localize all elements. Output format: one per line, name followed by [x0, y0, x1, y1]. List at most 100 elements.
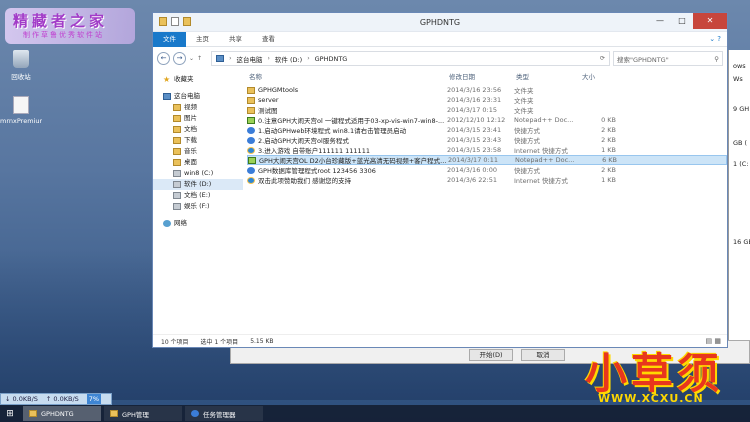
- column-header-date[interactable]: 修改日期: [443, 71, 510, 81]
- nav-this-pc[interactable]: 这台电脑: [153, 91, 243, 102]
- file-size: 1 KB: [601, 176, 616, 184]
- nav-drive-f[interactable]: 娱乐 (F:): [153, 201, 243, 212]
- address-bar[interactable]: › 这台电脑 › 软件 (D:) › GPHDNTG ⟳: [211, 51, 610, 66]
- file-type: 文件夹: [514, 87, 534, 95]
- task-manager-icon: [191, 410, 199, 417]
- nav-documents[interactable]: 文档: [153, 124, 243, 135]
- internet-shortcut-icon: [247, 146, 255, 154]
- up-button[interactable]: ↑: [197, 55, 202, 62]
- shortcut-icon: [247, 126, 255, 134]
- nav-music[interactable]: 音乐: [153, 146, 243, 157]
- file-row[interactable]: server 2014/3/16 23:31 文件夹: [247, 95, 727, 105]
- file-name: 1.启动GPHweb环境程式 win8.1请右击管理员启动: [247, 125, 447, 135]
- nav-pictures[interactable]: 图片: [153, 113, 243, 124]
- file-row[interactable]: 3.进入游戏 自带账户111111 111111 2014/3/15 23:58 I…: [247, 145, 727, 155]
- nav-label: 桌面: [184, 158, 197, 166]
- file-row[interactable]: GPHGMtools 2014/3/16 23:56 文件夹: [247, 85, 727, 95]
- file-row[interactable]: GPH数据库管理程式root 123456 3306 2014/3/16 0:00…: [247, 165, 727, 175]
- drive-icon: [173, 181, 181, 188]
- desktop-icon-document[interactable]: mrnxPremium...: [0, 96, 42, 125]
- network-icon: [163, 220, 171, 227]
- back-button[interactable]: ←: [157, 52, 170, 65]
- panel-text: 16 GB: [733, 238, 750, 246]
- column-header-size[interactable]: 大小: [576, 71, 616, 81]
- breadcrumb-gphdntg[interactable]: GPHDNTG: [315, 55, 348, 63]
- file-type: Notepad++ Doc...: [515, 156, 575, 164]
- breadcrumb-drive-d[interactable]: 软件 (D:): [275, 54, 302, 64]
- folder-icon: [247, 86, 255, 94]
- usage-percent: 7%: [86, 394, 102, 404]
- forward-button[interactable]: →: [173, 52, 186, 65]
- column-header-name[interactable]: 名称: [243, 71, 443, 81]
- breadcrumb-this-pc[interactable]: 这台电脑: [236, 54, 262, 64]
- tab-share[interactable]: 共享: [219, 32, 252, 47]
- column-header-type[interactable]: 类型: [510, 71, 576, 81]
- file-name: 0.注意GPH大闹天宫ol 一键程式适用于03-xp-vis-win7-win8…: [247, 115, 447, 125]
- file-name: 测试图: [247, 105, 447, 115]
- folder-icon: [110, 410, 118, 417]
- file-type: Internet 快捷方式: [514, 147, 568, 155]
- file-name-text: 3.进入游戏 自带账户111111 111111: [258, 147, 370, 155]
- taskbar-item-gph-admin[interactable]: GPH管理: [104, 406, 182, 421]
- recent-dropdown-icon[interactable]: ⌄: [189, 55, 194, 62]
- folder-icon: [173, 115, 181, 122]
- tab-home[interactable]: 主页: [186, 32, 219, 47]
- panel-text: Ws: [733, 75, 743, 83]
- file-type: 快捷方式: [514, 137, 540, 145]
- desktop-icon-recycle-bin[interactable]: 回收站: [0, 50, 42, 81]
- file-name: GPH大闹天宫OL D2小台珍藏版+蓝光高清无码视频+客户程式...: [248, 155, 448, 165]
- file-type: Internet 快捷方式: [514, 177, 568, 185]
- file-row[interactable]: 测试图 2014/3/17 0:15 文件夹: [247, 105, 727, 115]
- file-size: 6 KB: [602, 156, 617, 164]
- refresh-icon[interactable]: ⟳: [600, 55, 605, 62]
- file-row[interactable]: 双击此项赞助我们 感谢您的支持 2014/3/6 22:51 Internet 快捷…: [247, 175, 727, 185]
- badge-subtitle: 制作草鲁优秀软件站: [23, 31, 104, 39]
- nav-network[interactable]: 网络: [153, 218, 243, 229]
- search-input[interactable]: 搜索"GPHDNTG" ⚲: [613, 51, 723, 66]
- start-button[interactable]: ⊞: [0, 405, 20, 422]
- tab-view[interactable]: 查看: [252, 32, 285, 47]
- file-type: 文件夹: [514, 97, 534, 105]
- expand-ribbon-icon[interactable]: ⌄ ?: [709, 35, 721, 43]
- nav-videos[interactable]: 视频: [153, 102, 243, 113]
- panel-text: 9 GH: [733, 105, 750, 113]
- file-date: 2014/3/16 0:00: [447, 166, 497, 174]
- nav-drive-c[interactable]: win8 (C:): [153, 168, 243, 179]
- file-row[interactable]: 2.启动GPH大闹天宫ol服务程式 2014/3/15 23:43 快捷方式 2 KB: [247, 135, 727, 145]
- search-icon[interactable]: ⚲: [714, 55, 719, 63]
- nav-drive-d[interactable]: 软件 (D:): [153, 179, 243, 190]
- nav-drive-e[interactable]: 文档 (E:): [153, 190, 243, 201]
- taskbar-item-task-manager[interactable]: 任务管理器: [185, 406, 263, 421]
- file-name-text: GPH大闹天宫OL D2小台珍藏版+蓝光高清无码视频+客户程式...: [259, 157, 447, 165]
- file-row[interactable]: 0.注意GPH大闹天宫ol 一键程式适用于03-xp-vis-win7-win8…: [247, 115, 727, 125]
- folder-icon: [173, 137, 181, 144]
- panel-text: ows: [733, 62, 746, 70]
- cancel-button[interactable]: 取消: [521, 349, 565, 361]
- nav-label: 文档: [184, 125, 197, 133]
- file-date: 2014/3/15 23:58: [447, 146, 502, 154]
- file-size: 2 KB: [601, 136, 616, 144]
- start-button[interactable]: 开始(D): [469, 349, 513, 361]
- search-placeholder: 搜索"GPHDNTG": [617, 55, 669, 64]
- close-button[interactable]: ✕: [693, 13, 727, 29]
- minimize-button[interactable]: —: [649, 13, 671, 29]
- file-row[interactable]: GPH大闹天宫OL D2小台珍藏版+蓝光高清无码视频+客户程式... 2014/3…: [247, 155, 727, 165]
- shortcut-icon: [247, 136, 255, 144]
- drive-icon: [173, 192, 181, 199]
- breadcrumb-sep: ›: [307, 55, 310, 62]
- file-date: 2014/3/6 22:51: [447, 176, 497, 184]
- maximize-button[interactable]: □: [671, 13, 693, 29]
- nav-desktop[interactable]: 桌面: [153, 157, 243, 168]
- panel-text: GB (: [733, 139, 748, 147]
- internet-shortcut-icon: [247, 176, 255, 184]
- taskbar: ⊞ GPHDNTG GPH管理 任务管理器: [0, 405, 750, 422]
- nav-favorites[interactable]: ★ 收藏夹: [153, 74, 243, 85]
- file-date: 2014/3/15 23:41: [447, 126, 502, 134]
- taskbar-item-explorer[interactable]: GPHDNTG: [23, 406, 101, 421]
- file-row[interactable]: 1.启动GPHweb环境程式 win8.1请右击管理员启动 2014/3/15 2…: [247, 125, 727, 135]
- file-name: 2.启动GPH大闹天宫ol服务程式: [247, 135, 447, 145]
- nav-label: 视频: [184, 103, 197, 111]
- title-bar[interactable]: GPHDNTG — □ ✕: [153, 13, 727, 32]
- nav-downloads[interactable]: 下载: [153, 135, 243, 146]
- tab-file[interactable]: 文件: [153, 31, 186, 47]
